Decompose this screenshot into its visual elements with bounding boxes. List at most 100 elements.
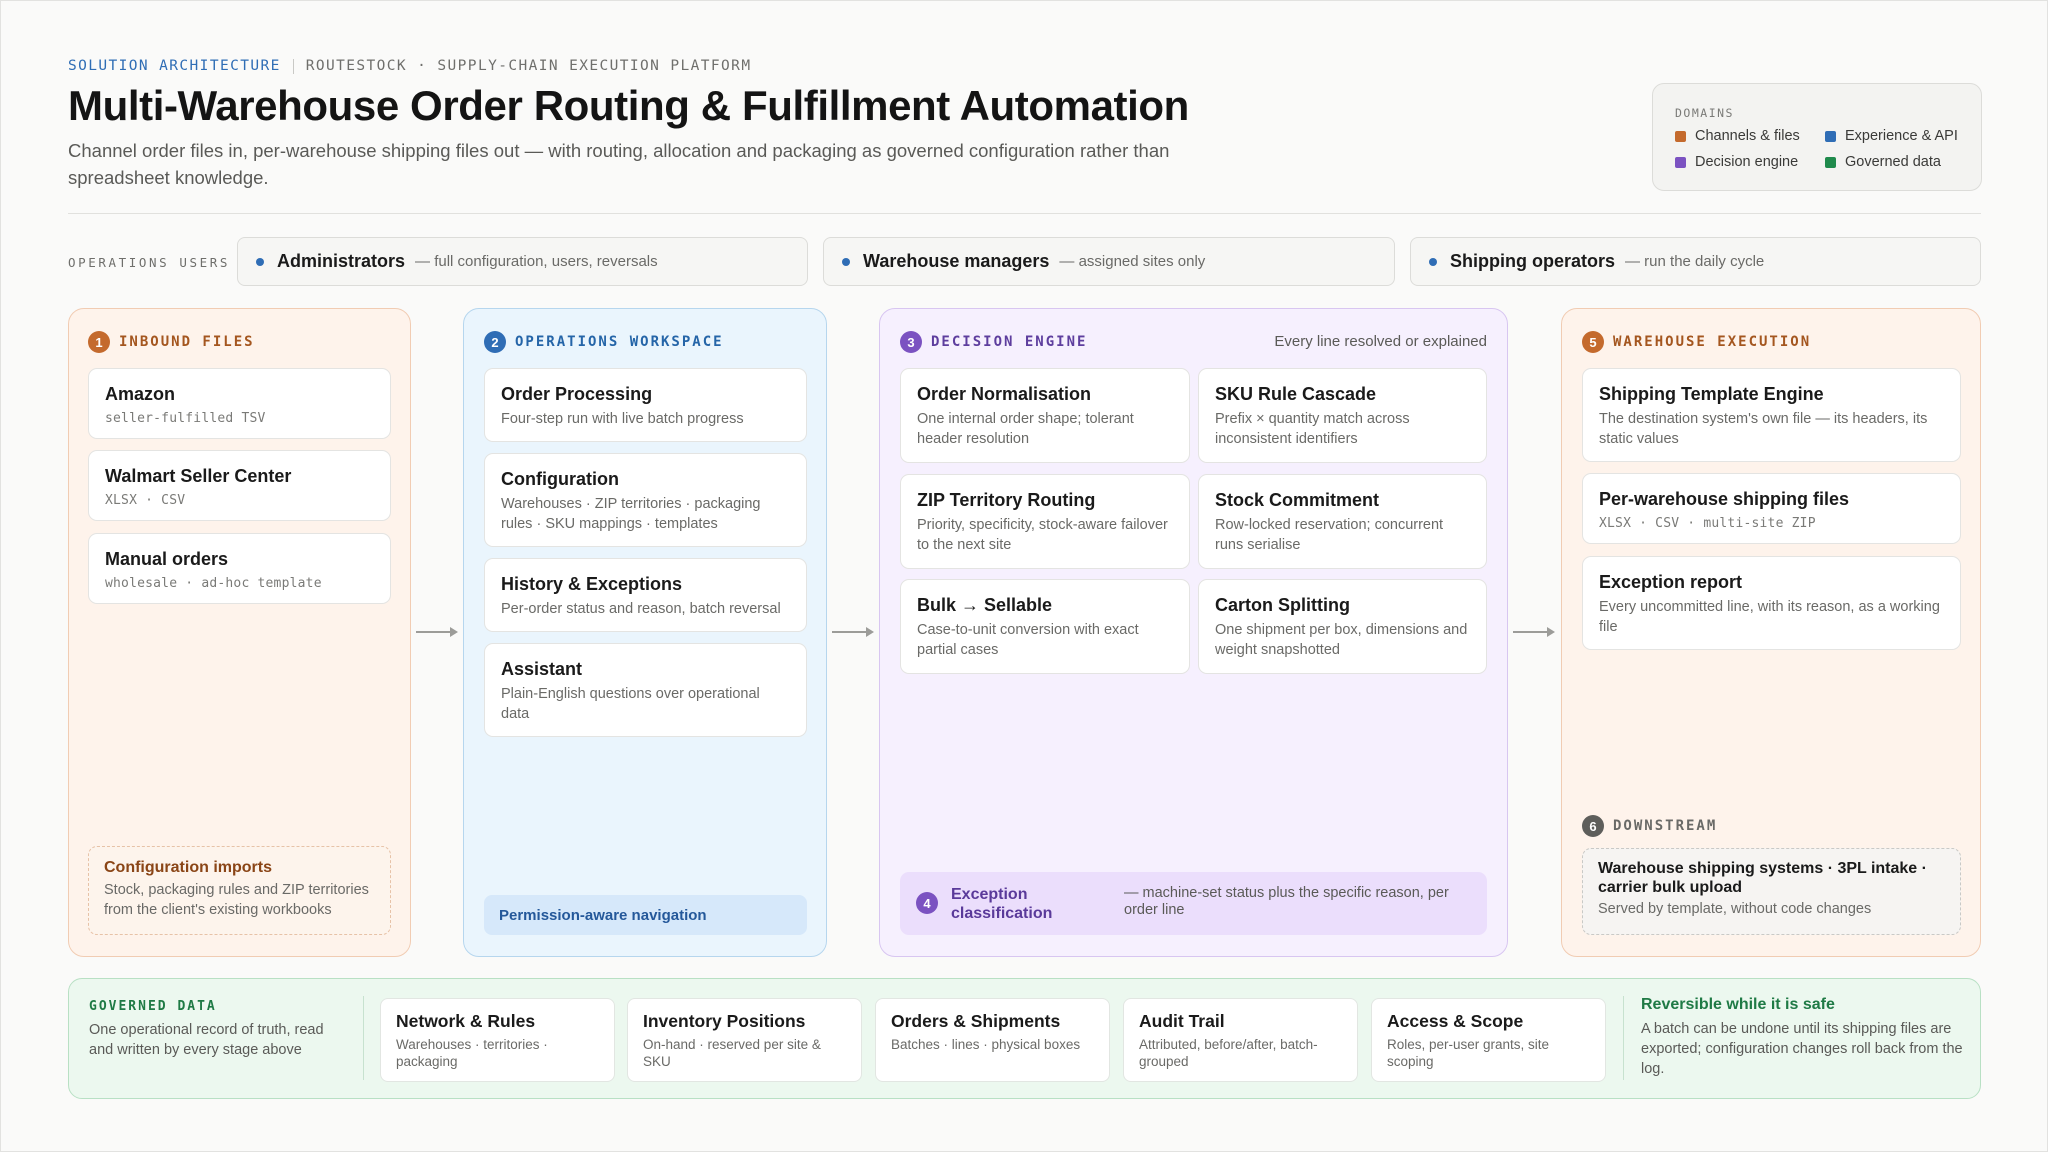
legend-item-governed: Governed data <box>1825 154 1941 170</box>
card-desc: Attributed, before/after, batch-grouped <box>1139 1037 1318 1069</box>
card-title: Amazon <box>105 384 176 404</box>
legend-label: Governed data <box>1845 154 1941 170</box>
source-card-amazon: Amazon seller-fulfilled TSV <box>88 368 391 439</box>
card-desc: Warehouses · ZIP territories · packaging… <box>501 496 761 532</box>
step-number: 5 <box>1582 331 1604 353</box>
card-desc: Every uncommitted line, with its reason,… <box>1599 599 1940 635</box>
flow-arrow <box>416 627 458 637</box>
legend-item-channels: Channels & files <box>1675 128 1800 144</box>
card-desc: Batches · lines · physical boxes <box>891 1037 1081 1052</box>
card-title: Stock Commitment <box>1215 490 1380 510</box>
orange-swatch <box>1675 130 1686 142</box>
bullet-icon <box>256 257 264 266</box>
column-title: INBOUND FILES <box>119 334 255 350</box>
card-title: Walmart Seller Center <box>105 466 292 486</box>
card-title: Bulk → Sellable <box>917 595 1053 615</box>
user-warehouse-managers: Warehouse managers — assigned sites only <box>823 237 1395 286</box>
user-desc: — assigned sites only <box>1059 253 1206 270</box>
engine-card-carton-splitting: Carton Splitting One shipment per box, d… <box>1198 579 1487 674</box>
engine-card-normalisation: Order Normalisation One internal order s… <box>900 368 1190 463</box>
execution-card-shipping-files: Per-warehouse shipping files XLSX · CSV … <box>1582 473 1961 544</box>
legend-label: Channels & files <box>1695 128 1800 144</box>
governed-divider <box>363 996 364 1080</box>
workspace-header: 2 OPERATIONS WORKSPACE <box>484 331 724 353</box>
card-title: Audit Trail <box>1139 1011 1225 1031</box>
step-number: 3 <box>900 331 922 353</box>
header-divider <box>68 213 1981 214</box>
card-meta: wholesale · ad-hoc template <box>105 576 322 591</box>
card-title: Per-warehouse shipping files <box>1599 489 1850 509</box>
downstream-title: DOWNSTREAM <box>1613 818 1718 834</box>
card-desc: Prefix × quantity match across inconsist… <box>1215 411 1410 447</box>
governed-card-inventory: Inventory Positions On-hand · reserved p… <box>627 998 862 1082</box>
card-title: Carton Splitting <box>1215 595 1350 615</box>
column-title: OPERATIONS WORKSPACE <box>515 334 724 350</box>
workspace-card-assistant: Assistant Plain-English questions over o… <box>484 643 807 737</box>
purple-swatch <box>1675 156 1686 168</box>
reversible-title: Reversible while it is safe <box>1641 996 1835 1013</box>
user-desc: — full configuration, users, reversals <box>415 253 658 270</box>
blue-swatch <box>1825 130 1836 142</box>
bullet-icon <box>1429 257 1437 266</box>
engine-card-sku-cascade: SKU Rule Cascade Prefix × quantity match… <box>1198 368 1487 463</box>
card-title: Shipping Template Engine <box>1599 384 1824 404</box>
page-subtitle: Channel order files in, per-warehouse sh… <box>68 140 1170 188</box>
exception-title: Exception classification <box>951 886 1053 922</box>
step-number: 2 <box>484 331 506 353</box>
configuration-imports: Configuration imports Stock, packaging r… <box>88 846 391 935</box>
user-desc: — run the daily cycle <box>1625 253 1765 270</box>
downstream-card-desc: Served by template, without code changes <box>1598 901 1872 917</box>
legend-label: Experience & API <box>1845 128 1958 144</box>
governed-title: GOVERNED DATA <box>89 999 217 1014</box>
user-name: Warehouse managers <box>863 251 1050 271</box>
card-desc: One shipment per box, dimensions and wei… <box>1215 622 1468 658</box>
execution-card-template-engine: Shipping Template Engine The destination… <box>1582 368 1961 462</box>
eyebrow: SOLUTION ARCHITECTURE ROUTESTOCK · SUPPL… <box>68 58 751 74</box>
source-card-walmart: Walmart Seller Center XLSX · CSV <box>88 450 391 521</box>
card-desc: The destination system's own file — its … <box>1599 411 1928 447</box>
card-desc: On-hand · reserved per site & SKU <box>643 1037 821 1069</box>
card-desc: Roles, per-user grants, site scoping <box>1387 1037 1550 1069</box>
card-desc: Priority, specificity, stock-aware failo… <box>917 517 1168 553</box>
legend-item-experience: Experience & API <box>1825 128 1958 144</box>
execution-card-exception-report: Exception report Every uncommitted line,… <box>1582 556 1961 650</box>
engine-card-zip-routing: ZIP Territory Routing Priority, specific… <box>900 474 1190 569</box>
downstream-card: Warehouse shipping systems · 3PL intake … <box>1582 848 1961 935</box>
card-title: Order Processing <box>501 384 653 404</box>
legend-item-engine: Decision engine <box>1675 154 1798 170</box>
card-desc: Four-step run with live batch progress <box>501 411 744 427</box>
flow-arrow <box>832 627 874 637</box>
source-card-manual: Manual orders wholesale · ad-hoc templat… <box>88 533 391 604</box>
governed-desc: One operational record of truth, read an… <box>89 1022 324 1058</box>
exception-desc: — machine-set status plus the specific r… <box>1124 885 1449 918</box>
card-desc: One internal order shape; tolerant heade… <box>917 411 1134 447</box>
eyebrow-platform: ROUTESTOCK · SUPPLY-CHAIN EXECUTION PLAT… <box>305 58 752 74</box>
user-name: Administrators <box>277 251 406 271</box>
card-meta: XLSX · CSV <box>105 493 186 508</box>
governed-card-orders: Orders & Shipments Batches · lines · phy… <box>875 998 1110 1082</box>
card-title: Configuration <box>501 469 619 489</box>
inbound-header: 1 INBOUND FILES <box>88 331 255 353</box>
eyebrow-divider <box>292 58 294 74</box>
card-title: Network & Rules <box>396 1011 536 1031</box>
engine-card-stock-commitment: Stock Commitment Row-locked reservation;… <box>1198 474 1487 569</box>
users-label: OPERATIONS USERS <box>68 255 231 270</box>
user-name: Shipping operators <box>1450 251 1616 271</box>
domains-legend: DOMAINS Channels & files Experience & AP… <box>1652 83 1982 191</box>
engine-header: 3 DECISION ENGINE <box>900 331 1087 353</box>
step-number: 4 <box>916 892 938 914</box>
page-title: Multi-Warehouse Order Routing & Fulfillm… <box>68 82 1189 129</box>
card-title: SKU Rule Cascade <box>1215 384 1377 404</box>
downstream-card-title: Warehouse shipping systems · 3PL intake … <box>1598 860 1927 896</box>
bullet-icon <box>842 257 850 266</box>
exception-classification: 4 Exception classification — machine-set… <box>900 872 1487 935</box>
card-meta: XLSX · CSV · multi-site ZIP <box>1599 516 1816 531</box>
downstream-header: 6 DOWNSTREAM <box>1582 815 1717 837</box>
card-desc: Row-locked reservation; concurrent runs … <box>1215 517 1444 553</box>
legend-label: Decision engine <box>1695 154 1799 170</box>
card-title: Inventory Positions <box>643 1011 806 1031</box>
card-title: Access & Scope <box>1387 1011 1524 1031</box>
governed-card-audit: Audit Trail Attributed, before/after, ba… <box>1123 998 1358 1082</box>
card-title: Assistant <box>501 659 583 679</box>
green-swatch <box>1825 156 1836 168</box>
